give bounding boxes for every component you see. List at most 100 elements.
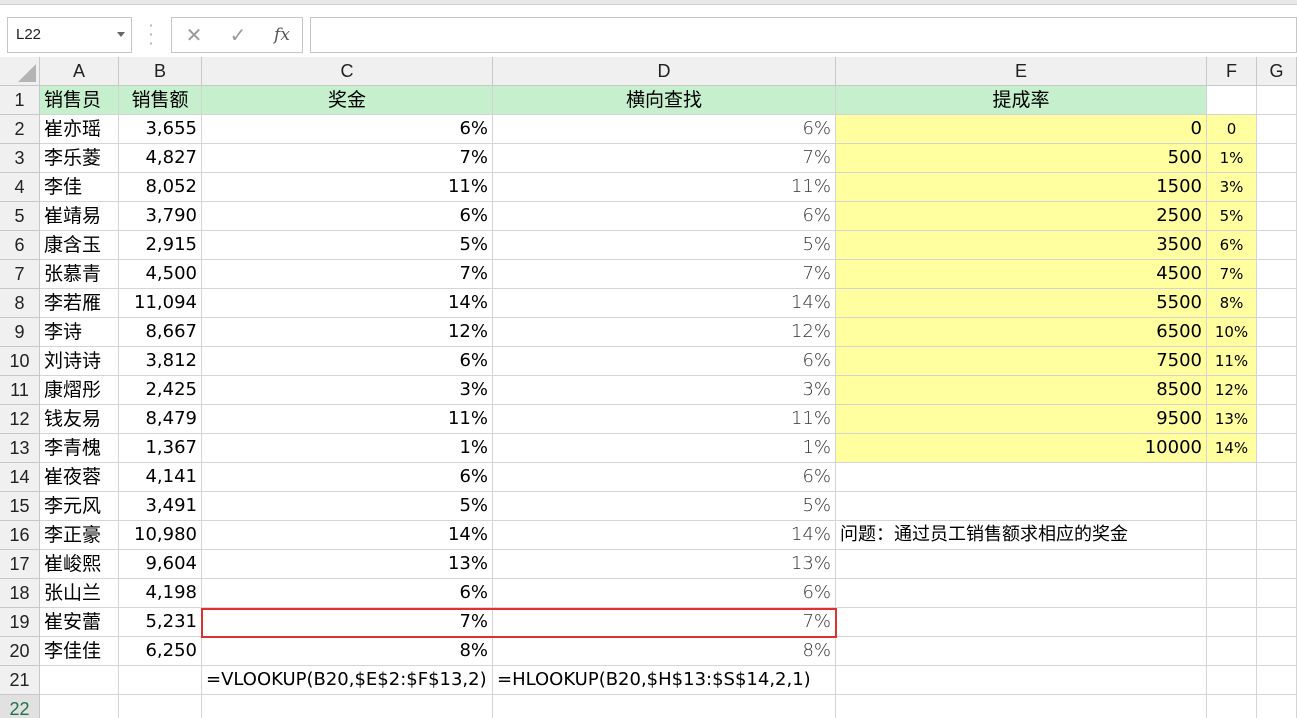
cell-e[interactable] bbox=[836, 579, 1207, 608]
column-header-f[interactable]: F bbox=[1207, 57, 1257, 86]
cell-row22[interactable] bbox=[493, 695, 836, 718]
cell-a21[interactable] bbox=[40, 666, 119, 695]
cell-bonus[interactable]: 6% bbox=[202, 579, 493, 608]
cell-bonus[interactable]: 7% bbox=[202, 144, 493, 173]
cell-threshold[interactable]: 8500 bbox=[836, 376, 1207, 405]
column-header-b[interactable]: B bbox=[119, 57, 202, 86]
cell-salesperson[interactable]: 李青槐 bbox=[40, 434, 119, 463]
cell-salesperson[interactable]: 康熠彤 bbox=[40, 376, 119, 405]
cell-e[interactable] bbox=[836, 637, 1207, 666]
cell-g[interactable] bbox=[1257, 231, 1297, 260]
cell-rate[interactable] bbox=[1207, 637, 1257, 666]
row-header-18[interactable]: 18 bbox=[0, 579, 40, 608]
cell-g[interactable] bbox=[1257, 434, 1297, 463]
cell-sales[interactable]: 2,915 bbox=[119, 231, 202, 260]
cell-bonus[interactable]: 7% bbox=[202, 260, 493, 289]
cell-g[interactable] bbox=[1257, 318, 1297, 347]
cell-rate[interactable] bbox=[1207, 492, 1257, 521]
row-header-17[interactable]: 17 bbox=[0, 550, 40, 579]
cell-g[interactable] bbox=[1257, 405, 1297, 434]
cell-row22[interactable] bbox=[119, 695, 202, 718]
cell-row22[interactable] bbox=[1207, 695, 1257, 718]
cell-salesperson[interactable]: 李元风 bbox=[40, 492, 119, 521]
cell-bonus[interactable]: 6% bbox=[202, 202, 493, 231]
row-header-7[interactable]: 7 bbox=[0, 260, 40, 289]
cell-salesperson[interactable]: 李正豪 bbox=[40, 521, 119, 550]
cell-rate[interactable] bbox=[1207, 521, 1257, 550]
cell-bonus[interactable]: 3% bbox=[202, 376, 493, 405]
cell-bonus[interactable]: 11% bbox=[202, 173, 493, 202]
vlookup-formula-cell[interactable]: =VLOOKUP(B20,$E$2:$F$13,2) bbox=[202, 666, 493, 695]
cell-rate[interactable] bbox=[1207, 463, 1257, 492]
cell-g[interactable] bbox=[1257, 579, 1297, 608]
cell-salesperson[interactable]: 崔靖易 bbox=[40, 202, 119, 231]
cell-bonus[interactable]: 6% bbox=[202, 115, 493, 144]
cell-sales[interactable]: 9,604 bbox=[119, 550, 202, 579]
cell-salesperson[interactable]: 崔夜蓉 bbox=[40, 463, 119, 492]
cell-g[interactable] bbox=[1257, 144, 1297, 173]
cell-threshold[interactable]: 4500 bbox=[836, 260, 1207, 289]
drag-handle-icon[interactable]: · · · bbox=[148, 18, 154, 52]
cell-sales[interactable]: 8,479 bbox=[119, 405, 202, 434]
formula-input[interactable] bbox=[310, 17, 1297, 53]
cell-bonus[interactable]: 12% bbox=[202, 318, 493, 347]
cell-salesperson[interactable]: 李佳佳 bbox=[40, 637, 119, 666]
cell-rate[interactable]: 0 bbox=[1207, 115, 1257, 144]
cell-sales[interactable]: 6,250 bbox=[119, 637, 202, 666]
cell-bonus[interactable]: 8% bbox=[202, 637, 493, 666]
question-note[interactable]: 问题：通过员工销售额求相应的奖金 bbox=[836, 521, 1207, 550]
cell-sales[interactable]: 3,812 bbox=[119, 347, 202, 376]
cell-salesperson[interactable]: 崔峻熙 bbox=[40, 550, 119, 579]
cell-g[interactable] bbox=[1257, 608, 1297, 637]
cell-rate[interactable]: 12% bbox=[1207, 376, 1257, 405]
cell-g[interactable] bbox=[1257, 347, 1297, 376]
cell-row22[interactable] bbox=[40, 695, 119, 718]
cell-salesperson[interactable]: 李诗 bbox=[40, 318, 119, 347]
check-icon[interactable]: ✓ bbox=[224, 22, 252, 48]
cell-bonus[interactable]: 14% bbox=[202, 521, 493, 550]
cell-g[interactable] bbox=[1257, 115, 1297, 144]
cell-sales[interactable]: 4,198 bbox=[119, 579, 202, 608]
cell-g[interactable] bbox=[1257, 376, 1297, 405]
cell-bonus[interactable]: 14% bbox=[202, 289, 493, 318]
row-header-4[interactable]: 4 bbox=[0, 173, 40, 202]
cell-g[interactable] bbox=[1257, 463, 1297, 492]
cell-hlookup[interactable]: 6% bbox=[493, 115, 836, 144]
cell-hlookup[interactable]: 8% bbox=[493, 637, 836, 666]
cell-sales[interactable]: 10,980 bbox=[119, 521, 202, 550]
cell-threshold[interactable]: 6500 bbox=[836, 318, 1207, 347]
cell-hlookup[interactable]: 13% bbox=[493, 550, 836, 579]
cell-row22[interactable] bbox=[1257, 695, 1297, 718]
cell-g[interactable] bbox=[1257, 173, 1297, 202]
cell-salesperson[interactable]: 崔亦瑶 bbox=[40, 115, 119, 144]
row-header-21[interactable]: 21 bbox=[0, 666, 40, 695]
cell-rate[interactable]: 5% bbox=[1207, 202, 1257, 231]
cell-hlookup[interactable]: 1% bbox=[493, 434, 836, 463]
cell-salesperson[interactable]: 崔安蕾 bbox=[40, 608, 119, 637]
cell-hlookup[interactable]: 5% bbox=[493, 492, 836, 521]
row-header-22[interactable]: 22 bbox=[0, 695, 40, 718]
cell-hlookup[interactable]: 5% bbox=[493, 231, 836, 260]
cell-rate[interactable]: 3% bbox=[1207, 173, 1257, 202]
cell-f1[interactable] bbox=[1207, 86, 1257, 115]
cell-sales[interactable]: 4,500 bbox=[119, 260, 202, 289]
cell-hlookup[interactable]: 6% bbox=[493, 202, 836, 231]
cell-hlookup[interactable]: 11% bbox=[493, 405, 836, 434]
cell-e[interactable] bbox=[836, 463, 1207, 492]
cell-f21[interactable] bbox=[1207, 666, 1257, 695]
cell-b21[interactable] bbox=[119, 666, 202, 695]
cell-hlookup[interactable]: 7% bbox=[493, 144, 836, 173]
row-header-11[interactable]: 11 bbox=[0, 376, 40, 405]
row-header-1[interactable]: 1 bbox=[0, 86, 40, 115]
cell-row22[interactable] bbox=[202, 695, 493, 718]
row-header-6[interactable]: 6 bbox=[0, 231, 40, 260]
cell-bonus[interactable]: 11% bbox=[202, 405, 493, 434]
cell-bonus[interactable]: 5% bbox=[202, 492, 493, 521]
cell-salesperson[interactable]: 钱友易 bbox=[40, 405, 119, 434]
cell-sales[interactable]: 8,667 bbox=[119, 318, 202, 347]
cell-g[interactable] bbox=[1257, 521, 1297, 550]
cell-row22[interactable] bbox=[836, 695, 1207, 718]
row-header-13[interactable]: 13 bbox=[0, 434, 40, 463]
column-header-a[interactable]: A bbox=[40, 57, 119, 86]
cell-e[interactable] bbox=[836, 492, 1207, 521]
